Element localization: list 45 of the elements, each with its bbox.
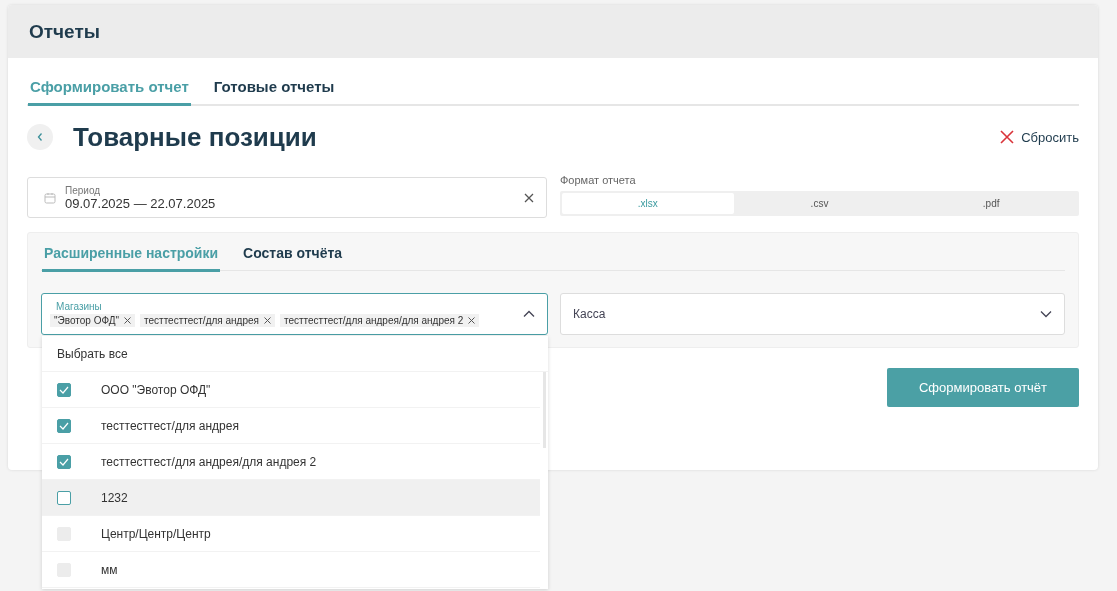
option-label: ООО "Эвотор ОФД" <box>101 382 211 397</box>
check-icon <box>59 457 69 466</box>
option-label: 1232 <box>101 490 128 505</box>
check-icon <box>59 421 69 430</box>
cashbox-select[interactable]: Касса <box>560 293 1065 335</box>
format-option[interactable]: .xlsx <box>562 193 734 214</box>
field-label: Период <box>65 184 102 196</box>
chevron-icon <box>523 310 535 318</box>
checkbox[interactable] <box>57 490 71 505</box>
period-field[interactable]: Период 09.07.2025 — 22.07.2025 <box>27 177 547 218</box>
remove-icon[interactable] <box>468 317 476 324</box>
remove-icon[interactable] <box>124 317 132 324</box>
report-title: Товарные позиции <box>73 121 317 153</box>
tab[interactable]: Готовые отчеты <box>211 76 337 106</box>
check-icon <box>59 385 69 394</box>
format-option[interactable]: .csv <box>733 193 906 214</box>
shop-option[interactable]: 1232 <box>42 480 540 516</box>
reset-button[interactable]: Сбросить <box>1000 129 1079 145</box>
checkbox[interactable] <box>57 382 71 397</box>
select-all-option[interactable]: Выбрать все <box>42 336 548 372</box>
chip: "Эвотор ОФД" <box>50 314 136 327</box>
format-label: Формат отчета <box>560 174 637 186</box>
option-label: Центр/Центр/Центр <box>101 526 211 541</box>
date-range: 09.07.2025 — 22.07.2025 <box>65 195 217 211</box>
chevron-icon <box>1040 310 1052 318</box>
checkbox[interactable] <box>57 418 71 433</box>
chip: тесттесттест/для андрея <box>140 314 275 327</box>
page-title: Отчеты <box>29 20 100 43</box>
field-label: Магазины <box>56 301 103 312</box>
format-option[interactable]: .pdf <box>905 193 1077 214</box>
back-button[interactable] <box>27 124 53 150</box>
chevron-left-icon <box>36 132 44 142</box>
tab[interactable]: Состав отчёта <box>241 243 345 272</box>
checkbox[interactable] <box>57 454 71 469</box>
close-icon <box>1000 130 1015 144</box>
option-label: тесттесттест/для андрея/для андрея 2 <box>101 454 317 469</box>
shop-option[interactable]: тесттесттест/для андрея <box>42 408 540 444</box>
option-label: мм <box>101 562 118 577</box>
option-label: тесттесттест/для андрея <box>101 418 239 433</box>
shop-option[interactable]: ООО "Эвотор ОФД" <box>42 372 540 408</box>
remove-icon[interactable] <box>263 317 271 324</box>
chip: тесттесттест/для андрея/для андрея 2 <box>279 314 480 327</box>
clear-icon[interactable] <box>524 192 534 203</box>
calendar-icon <box>44 191 56 204</box>
select-placeholder: Касса <box>573 307 606 321</box>
